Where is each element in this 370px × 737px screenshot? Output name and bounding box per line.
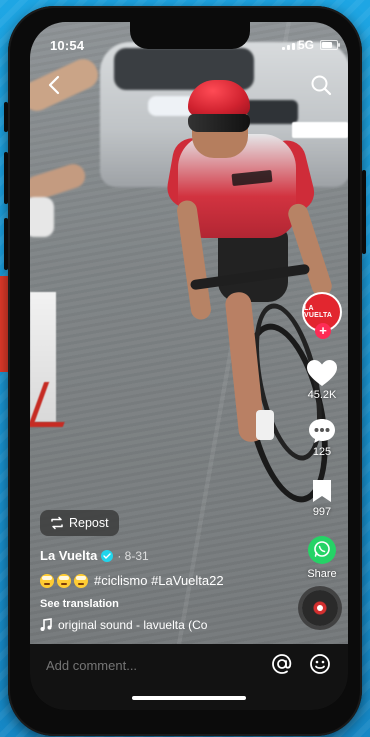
comment-count: 125 <box>312 446 332 458</box>
emoji-icon <box>74 573 88 588</box>
like-button[interactable]: 45.2K <box>300 360 344 401</box>
emoji-icon <box>40 573 54 588</box>
save-count: 997 <box>312 506 332 518</box>
comment-bar <box>30 644 348 710</box>
device-notch <box>130 22 250 49</box>
side-button <box>4 102 8 132</box>
spectator <box>30 197 54 237</box>
sound-title: original sound - lavuelta (Co <box>58 618 208 632</box>
comment-input[interactable] <box>44 654 258 676</box>
bookmark-icon <box>313 480 331 502</box>
author-row: La Vuelta · 8-31 <box>40 548 149 563</box>
repost-label: Repost <box>69 516 109 530</box>
cyclist-sock <box>256 410 274 440</box>
emoji-picker-icon[interactable] <box>308 652 332 676</box>
network-type: 5G <box>298 38 315 52</box>
caption-hashtags[interactable]: #ciclismo #LaVuelta22 <box>94 573 224 588</box>
save-button[interactable]: 997 <box>300 478 344 518</box>
author-name[interactable]: La Vuelta <box>40 548 97 563</box>
cyclist-shorts <box>218 228 288 302</box>
volume-down-button <box>4 218 8 270</box>
chevron-left-icon[interactable] <box>44 74 66 96</box>
cyclist-visor <box>188 114 250 132</box>
phone-screen: 10:54 5G LA VUELTA + 45.2K 125 997 Share <box>30 22 348 710</box>
caption: #ciclismo #LaVuelta22 <box>40 573 224 588</box>
repost-button[interactable]: Repost <box>40 510 119 536</box>
mention-icon[interactable] <box>270 652 294 676</box>
emoji-icon <box>57 573 71 588</box>
share-label: Share <box>307 568 337 580</box>
volume-up-button <box>4 152 8 204</box>
home-indicator <box>132 696 246 700</box>
status-bar: 10:54 5G <box>30 22 348 58</box>
like-count: 45.2K <box>307 389 337 401</box>
share-button[interactable]: Share <box>300 536 344 580</box>
creator-avatar[interactable]: LA VUELTA + <box>302 292 342 339</box>
heart-icon <box>307 360 337 386</box>
post-date: · 8-31 <box>117 548 149 563</box>
left-red-tab <box>0 276 8 372</box>
status-time: 10:54 <box>50 38 85 53</box>
car-plate <box>292 122 348 138</box>
power-button <box>362 170 366 254</box>
avatar-label: LA VUELTA <box>304 305 333 319</box>
follow-plus-icon[interactable]: + <box>315 323 331 339</box>
music-note-icon <box>40 618 52 631</box>
search-icon[interactable] <box>310 74 332 96</box>
battery-icon <box>320 40 340 50</box>
whatsapp-icon <box>308 536 336 564</box>
comment-button[interactable]: 125 <box>300 418 344 458</box>
comment-icon <box>309 419 335 443</box>
verified-badge-icon <box>101 549 114 562</box>
see-translation-link[interactable]: See translation <box>40 598 119 610</box>
repost-icon <box>51 516 63 530</box>
music-disc-icon[interactable] <box>302 590 338 626</box>
sound-link[interactable]: original sound - lavuelta (Co <box>40 618 210 632</box>
